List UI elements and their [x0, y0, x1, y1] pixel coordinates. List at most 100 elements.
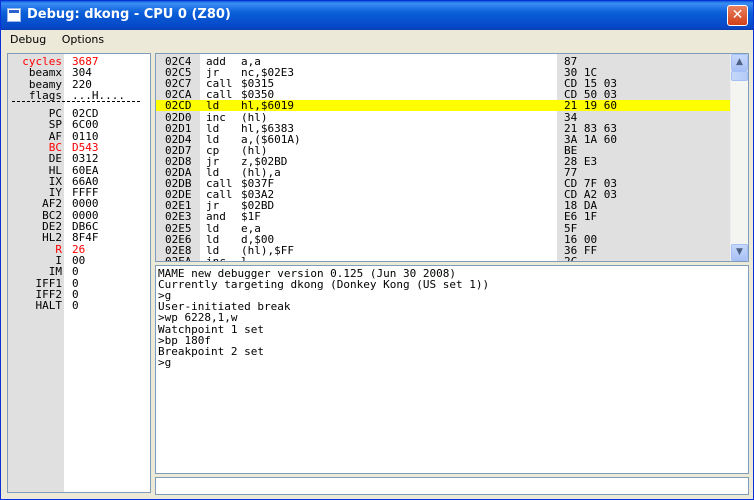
disassembly-operands: (hl) [241, 110, 268, 124]
register-row: AF 0110 [8, 131, 150, 142]
disassembly-address: 02E3 [165, 210, 192, 224]
register-value: 304 [72, 66, 92, 80]
register-row: I 00 [8, 255, 150, 266]
disassembly-bytes: 21 83 63 [564, 121, 617, 135]
disassembly-opcode: ld [206, 99, 220, 113]
client-area: cycles 3687 beamx 304 beamy 220 flags ...H.... P… [2, 49, 752, 499]
register-name: SP [48, 118, 62, 132]
close-button[interactable]: ✕ [727, 5, 748, 26]
register-value: 220 [72, 77, 92, 91]
register-name: DE [48, 152, 62, 166]
disassembly-operands: d,$00 [241, 232, 275, 246]
disassembly-opcode: ld [206, 121, 220, 135]
register-name: R [55, 242, 62, 256]
window-title: Debug: dkong - CPU 0 (Z80) [27, 7, 231, 22]
console-line: Currently targeting dkong (Donkey Kong (… [158, 278, 490, 292]
register-name: IM [48, 265, 62, 279]
console-line: Watchpoint 1 set [158, 322, 264, 336]
register-value: 0 [72, 299, 79, 313]
register-value: 0000 [72, 197, 99, 211]
register-row: R 26 [8, 244, 150, 255]
menu-options[interactable]: Options [62, 30, 104, 46]
register-value: 0110 [72, 129, 99, 143]
disassembly-row[interactable]: 02EA inc l 2C [156, 254, 731, 262]
disassembly-row[interactable]: 02E5 ld e,a 5F [156, 223, 731, 234]
disassembly-address: 02CD [165, 99, 192, 113]
disassembly-operands: e,a [241, 221, 261, 235]
register-name: flags [28, 88, 62, 102]
scroll-thumb[interactable] [731, 71, 748, 81]
register-value: 0312 [72, 152, 99, 166]
register-name: HL [48, 163, 62, 177]
register-name: HALT [35, 299, 63, 313]
disassembly-address: 02E6 [165, 232, 192, 246]
register-name: HL2 [42, 231, 62, 245]
disassembly-operands: hl,$6019 [241, 99, 294, 113]
register-name: AF [48, 129, 62, 143]
disassembly-operands: hl,$6383 [241, 121, 294, 135]
window-app-icon [7, 8, 21, 22]
menu-debug[interactable]: Debug [10, 30, 46, 46]
disassembly-address: 02EA [165, 254, 192, 262]
disassembly-bytes: 34 [564, 110, 578, 124]
disassembly-pane[interactable]: 02C4 add a,a 87 02C5 jr nc,$02E3 30 1C 02C7 call $… [155, 53, 749, 262]
disassembly-scrollbar[interactable]: ▲ ▼ [730, 54, 748, 261]
register-separator [12, 101, 140, 102]
disassembly-bytes: 5F [564, 221, 578, 235]
register-name: beamy [28, 77, 62, 91]
disassembly-operands: (hl),$FF [241, 243, 294, 257]
console-output[interactable]: MAME new debugger version 0.125 (Jun 30 … [155, 265, 749, 474]
console-line: >g [158, 355, 172, 369]
disassembly-bytes: 2C [564, 254, 578, 262]
disassembly-address: 02D0 [165, 110, 192, 124]
title-bar[interactable]: Debug: dkong - CPU 0 (Z80) ✕ [1, 1, 753, 30]
disassembly-opcode: inc [206, 110, 226, 124]
register-value: 6C00 [72, 118, 99, 132]
register-value: 26 [72, 242, 86, 256]
disassembly-bytes: 16 00 [564, 232, 598, 246]
disassembly-operands: l [241, 254, 248, 262]
register-name: AF2 [42, 197, 62, 211]
register-value: 0 [72, 276, 79, 290]
disassembly-opcode: and [206, 210, 226, 224]
register-row: IFF1 0 [8, 278, 150, 289]
register-row: beamx 304 [8, 67, 150, 78]
disassembly-row[interactable]: 02E3 and $1F E6 1F [156, 211, 731, 222]
scroll-up-icon[interactable]: ▲ [731, 54, 748, 71]
disassembly-address: 02D1 [165, 121, 192, 135]
register-value: 0 [72, 265, 79, 279]
command-input[interactable] [155, 477, 749, 495]
menu-bar: Debug Options [2, 30, 752, 49]
register-row: IFF2 0 [8, 289, 150, 300]
disassembly-opcode: inc [206, 254, 226, 262]
register-value: 8F4F [72, 231, 99, 245]
disassembly-bytes: 21 19 60 [564, 99, 617, 113]
register-row: flags ...H.... [8, 90, 150, 101]
register-row: AF2 0000 [8, 198, 150, 209]
disassembly-opcode: ld [206, 232, 220, 246]
disassembly-bytes: E6 1F [564, 210, 598, 224]
register-row: HALT 0 [8, 300, 150, 311]
register-value: 60EA [72, 163, 99, 177]
disassembly-operands: $1F [241, 210, 261, 224]
register-row: HL 60EA [8, 165, 150, 176]
disassembly-opcode: ld [206, 221, 220, 235]
console-line: >bp 180f [158, 333, 211, 347]
register-name: IFF1 [35, 276, 63, 290]
disassembly-row[interactable]: 02D1 ld hl,$6383 21 83 63 [156, 123, 731, 134]
disassembly-row[interactable]: 02D0 inc (hl) 34 [156, 112, 731, 123]
registers-pane[interactable]: cycles 3687 beamx 304 beamy 220 flags ...H.... P… [7, 53, 151, 493]
console-line: Breakpoint 2 set [158, 344, 264, 358]
disassembly-row-current[interactable]: 02CD ld hl,$6019 21 19 60 [156, 99, 731, 113]
register-value: ...H.... [72, 88, 125, 102]
register-row: HL2 8F4F [8, 232, 150, 243]
register-row: DE 0312 [8, 153, 150, 164]
register-row: IM 0 [8, 266, 150, 277]
scroll-down-icon[interactable]: ▼ [731, 244, 748, 261]
disassembly-address: 02E5 [165, 221, 192, 235]
disassembly-row[interactable]: 02E6 ld d,$00 16 00 [156, 234, 731, 245]
console-line: >wp 6228,1,w [158, 311, 238, 325]
register-row: beamy 220 [8, 79, 150, 90]
register-row: SP 6C00 [8, 119, 150, 130]
debugger-window: Debug: dkong - CPU 0 (Z80) ✕ Debug Optio… [0, 0, 754, 500]
